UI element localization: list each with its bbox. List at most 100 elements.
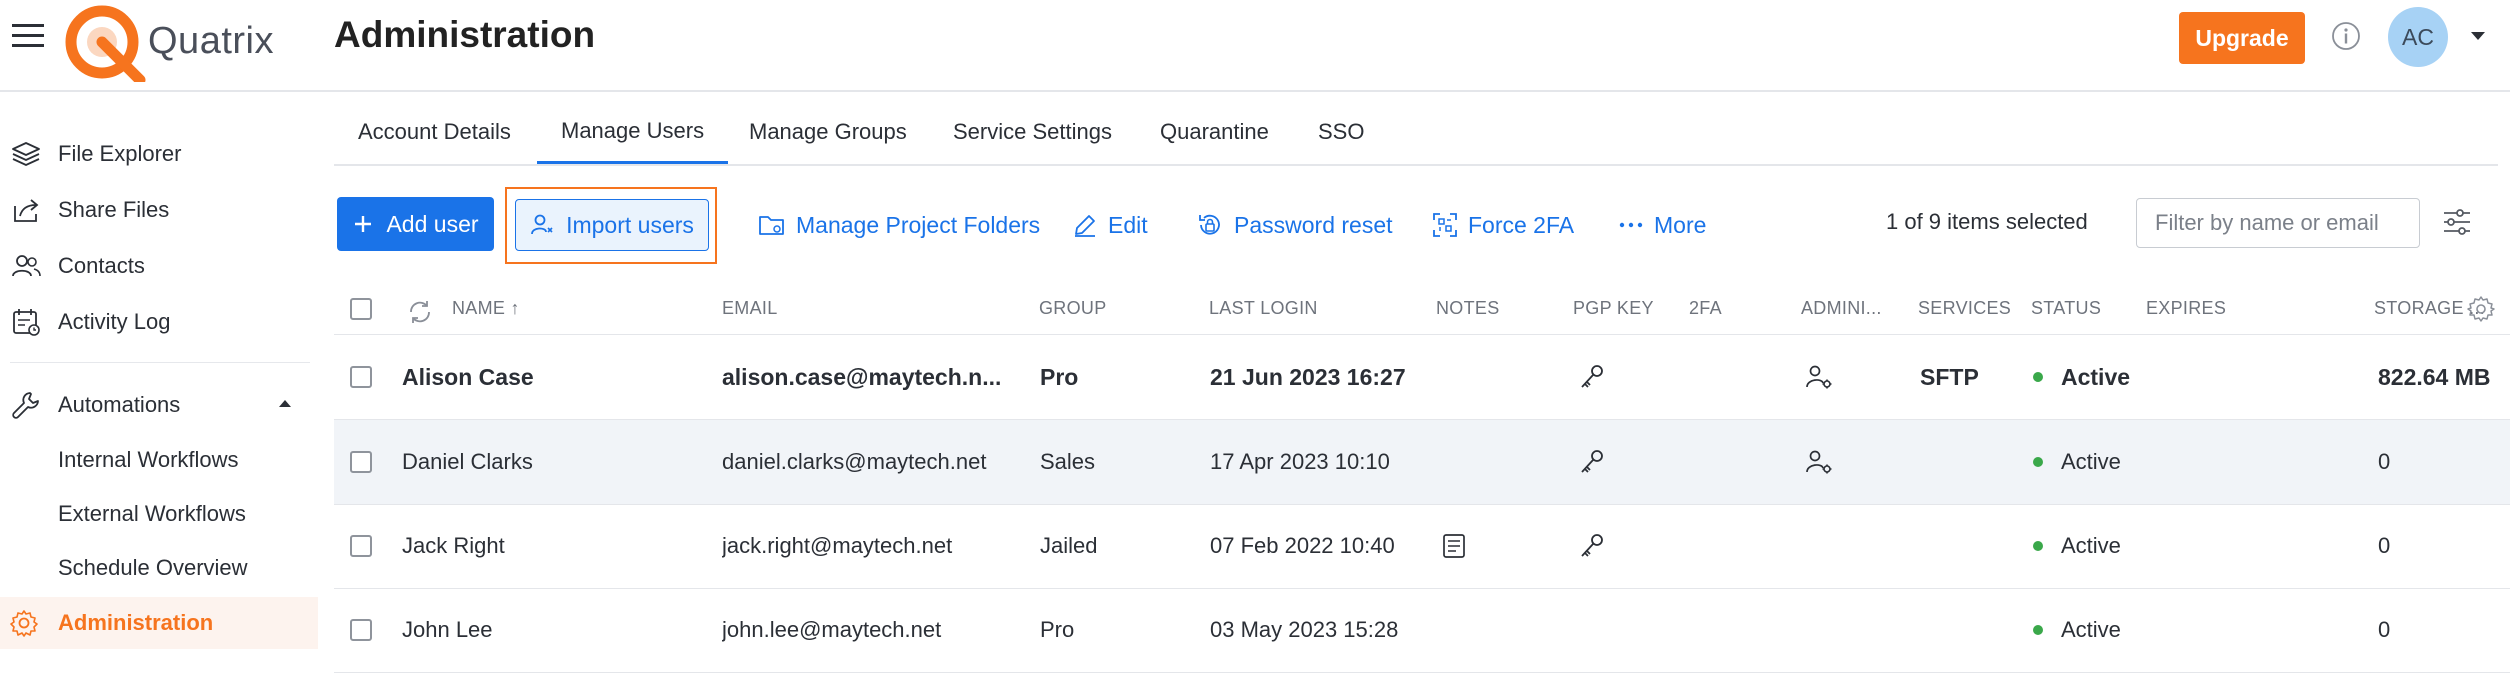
filter-input[interactable] — [2136, 198, 2420, 248]
column-header-notes[interactable]: NOTES — [1436, 298, 1500, 319]
user-services: SFTP — [1920, 363, 1979, 390]
column-header-status[interactable]: STATUS — [2031, 298, 2101, 319]
sidebar-item-label: File Explorer — [58, 141, 182, 166]
sidebar-item-label: Activity Log — [58, 309, 171, 334]
user-import-icon — [531, 214, 553, 235]
column-header-administrator[interactable]: ADMINI... — [1801, 298, 1882, 319]
column-header-2fa[interactable]: 2FA — [1689, 298, 1722, 319]
user-storage: 0 — [2378, 533, 2391, 558]
activity-log-icon — [13, 309, 40, 336]
tab-service-settings[interactable]: Service Settings — [929, 100, 1136, 164]
import-users-highlight: Import users — [505, 187, 717, 264]
sidebar-item-schedule-overview[interactable]: Schedule Overview — [0, 543, 318, 593]
sidebar-item-contacts[interactable]: Contacts — [0, 240, 318, 292]
sidebar-item-internal-workflows[interactable]: Internal Workflows — [0, 435, 318, 485]
edit-button[interactable]: Edit — [1072, 203, 1148, 247]
notes-icon[interactable] — [1440, 504, 1468, 588]
caret-up-icon[interactable] — [278, 398, 292, 408]
admin-tabs: Account Details Manage Users Manage Grou… — [334, 100, 2498, 166]
column-header-expires[interactable]: EXPIRES — [2146, 298, 2226, 319]
user-name: John Lee — [402, 617, 493, 642]
user-status: Active — [2033, 335, 2130, 419]
sidebar-item-share-files[interactable]: Share Files — [0, 184, 318, 236]
column-header-group[interactable]: GROUP — [1039, 298, 1107, 319]
status-active-dot — [2033, 541, 2043, 551]
sidebar: File Explorer Share Files Contacts Activ… — [0, 92, 318, 659]
status-active-dot — [2033, 625, 2043, 635]
quatrix-logo-mark-icon — [65, 5, 146, 82]
avatar[interactable]: AC — [2388, 7, 2448, 67]
column-header-name[interactable]: NAME ↑ — [452, 298, 520, 319]
user-group: Sales — [1040, 449, 1096, 474]
pgp-key-icon[interactable] — [1577, 504, 1607, 588]
password-reset-label: Password reset — [1234, 211, 1393, 238]
user-email: john.lee@maytech.net — [722, 617, 942, 642]
tab-account-details[interactable]: Account Details — [334, 100, 535, 164]
tab-manage-groups[interactable]: Manage Groups — [725, 100, 931, 164]
admin-user-gear-icon — [1804, 420, 1834, 504]
status-active-dot — [2033, 457, 2043, 467]
add-user-button[interactable]: Add user — [337, 197, 494, 251]
pgp-key-icon[interactable] — [1577, 420, 1607, 504]
user-name: Daniel Clarks — [402, 449, 533, 474]
password-reset-button[interactable]: Password reset — [1196, 203, 1393, 247]
column-header-pgp-key[interactable]: PGP KEY — [1573, 298, 1654, 319]
user-email: jack.right@maytech.net — [722, 533, 953, 558]
force-2fa-button[interactable]: Force 2FA — [1432, 203, 1574, 247]
tab-sso[interactable]: SSO — [1294, 100, 1388, 164]
user-last-login: 21 Jun 2023 16:27 — [1210, 363, 1406, 390]
more-dots-icon — [1619, 222, 1643, 228]
admin-user-gear-icon — [1804, 335, 1834, 419]
force-2fa-label: Force 2FA — [1468, 211, 1575, 238]
manage-project-folders-button[interactable]: Manage Project Folders — [758, 203, 1040, 247]
column-header-email[interactable]: EMAIL — [722, 298, 778, 319]
hamburger-menu-icon[interactable] — [8, 18, 48, 54]
sidebar-item-automations[interactable]: Automations — [0, 379, 318, 431]
sidebar-item-file-explorer[interactable]: File Explorer — [0, 128, 318, 180]
sidebar-item-administration[interactable]: Administration — [0, 597, 318, 649]
row-checkbox[interactable] — [350, 366, 372, 388]
import-users-button[interactable]: Import users — [515, 199, 709, 251]
pencil-icon — [1075, 215, 1095, 237]
table-settings-sliders-icon[interactable] — [2440, 205, 2474, 239]
user-status: Active — [2033, 588, 2121, 672]
table-row[interactable]: Alison Case alison.case@maytech.n... Pro… — [334, 335, 2510, 420]
column-header-last-login[interactable]: LAST LOGIN — [1209, 298, 1318, 319]
info-icon[interactable] — [2330, 20, 2362, 52]
tab-quarantine[interactable]: Quarantine — [1136, 100, 1293, 164]
user-group: Pro — [1040, 617, 1075, 642]
row-checkbox[interactable] — [350, 535, 372, 557]
sidebar-item-label: Share Files — [58, 197, 170, 222]
sidebar-item-external-workflows[interactable]: External Workflows — [0, 489, 318, 539]
refresh-icon[interactable] — [406, 298, 434, 326]
tab-manage-users[interactable]: Manage Users — [537, 100, 729, 164]
quatrix-logo[interactable]: Quatrix — [62, 0, 274, 82]
manage-project-folders-label: Manage Project Folders — [796, 211, 1041, 238]
column-header-services[interactable]: SERVICES — [1918, 298, 2011, 319]
brand-name: Quatrix — [148, 19, 274, 62]
user-storage: 822.64 MB — [2378, 363, 2491, 390]
table-header: NAME ↑ EMAIL GROUP LAST LOGIN NOTES PGP … — [334, 286, 2510, 335]
table-row[interactable]: John Lee john.lee@maytech.net Pro 03 May… — [334, 588, 2510, 673]
column-settings-gear-icon[interactable] — [2466, 294, 2496, 324]
row-checkbox[interactable] — [350, 619, 372, 641]
pgp-key-icon[interactable] — [1577, 335, 1607, 419]
user-status: Active — [2033, 504, 2121, 588]
sidebar-subitem-label: External Workflows — [58, 501, 246, 526]
user-email: alison.case@maytech.n... — [722, 363, 1002, 390]
upgrade-button[interactable]: Upgrade — [2179, 12, 2305, 64]
sidebar-item-label: Automations — [58, 392, 181, 417]
more-button[interactable]: More — [1618, 203, 1706, 247]
user-last-login: 07 Feb 2022 10:40 — [1210, 533, 1395, 558]
contacts-icon — [12, 255, 41, 277]
user-last-login: 03 May 2023 15:28 — [1210, 617, 1399, 642]
selected-count: 1 of 9 items selected — [1886, 209, 2088, 234]
add-user-label: Add user — [386, 210, 479, 237]
table-row[interactable]: Jack Right jack.right@maytech.net Jailed… — [334, 504, 2510, 589]
sidebar-item-activity-log[interactable]: Activity Log — [0, 296, 318, 348]
row-checkbox[interactable] — [350, 451, 372, 473]
select-all-checkbox[interactable] — [350, 298, 372, 320]
chevron-down-icon[interactable] — [2470, 30, 2486, 42]
import-users-label: Import users — [566, 211, 694, 238]
table-row[interactable]: Daniel Clarks daniel.clarks@maytech.net … — [334, 420, 2510, 505]
